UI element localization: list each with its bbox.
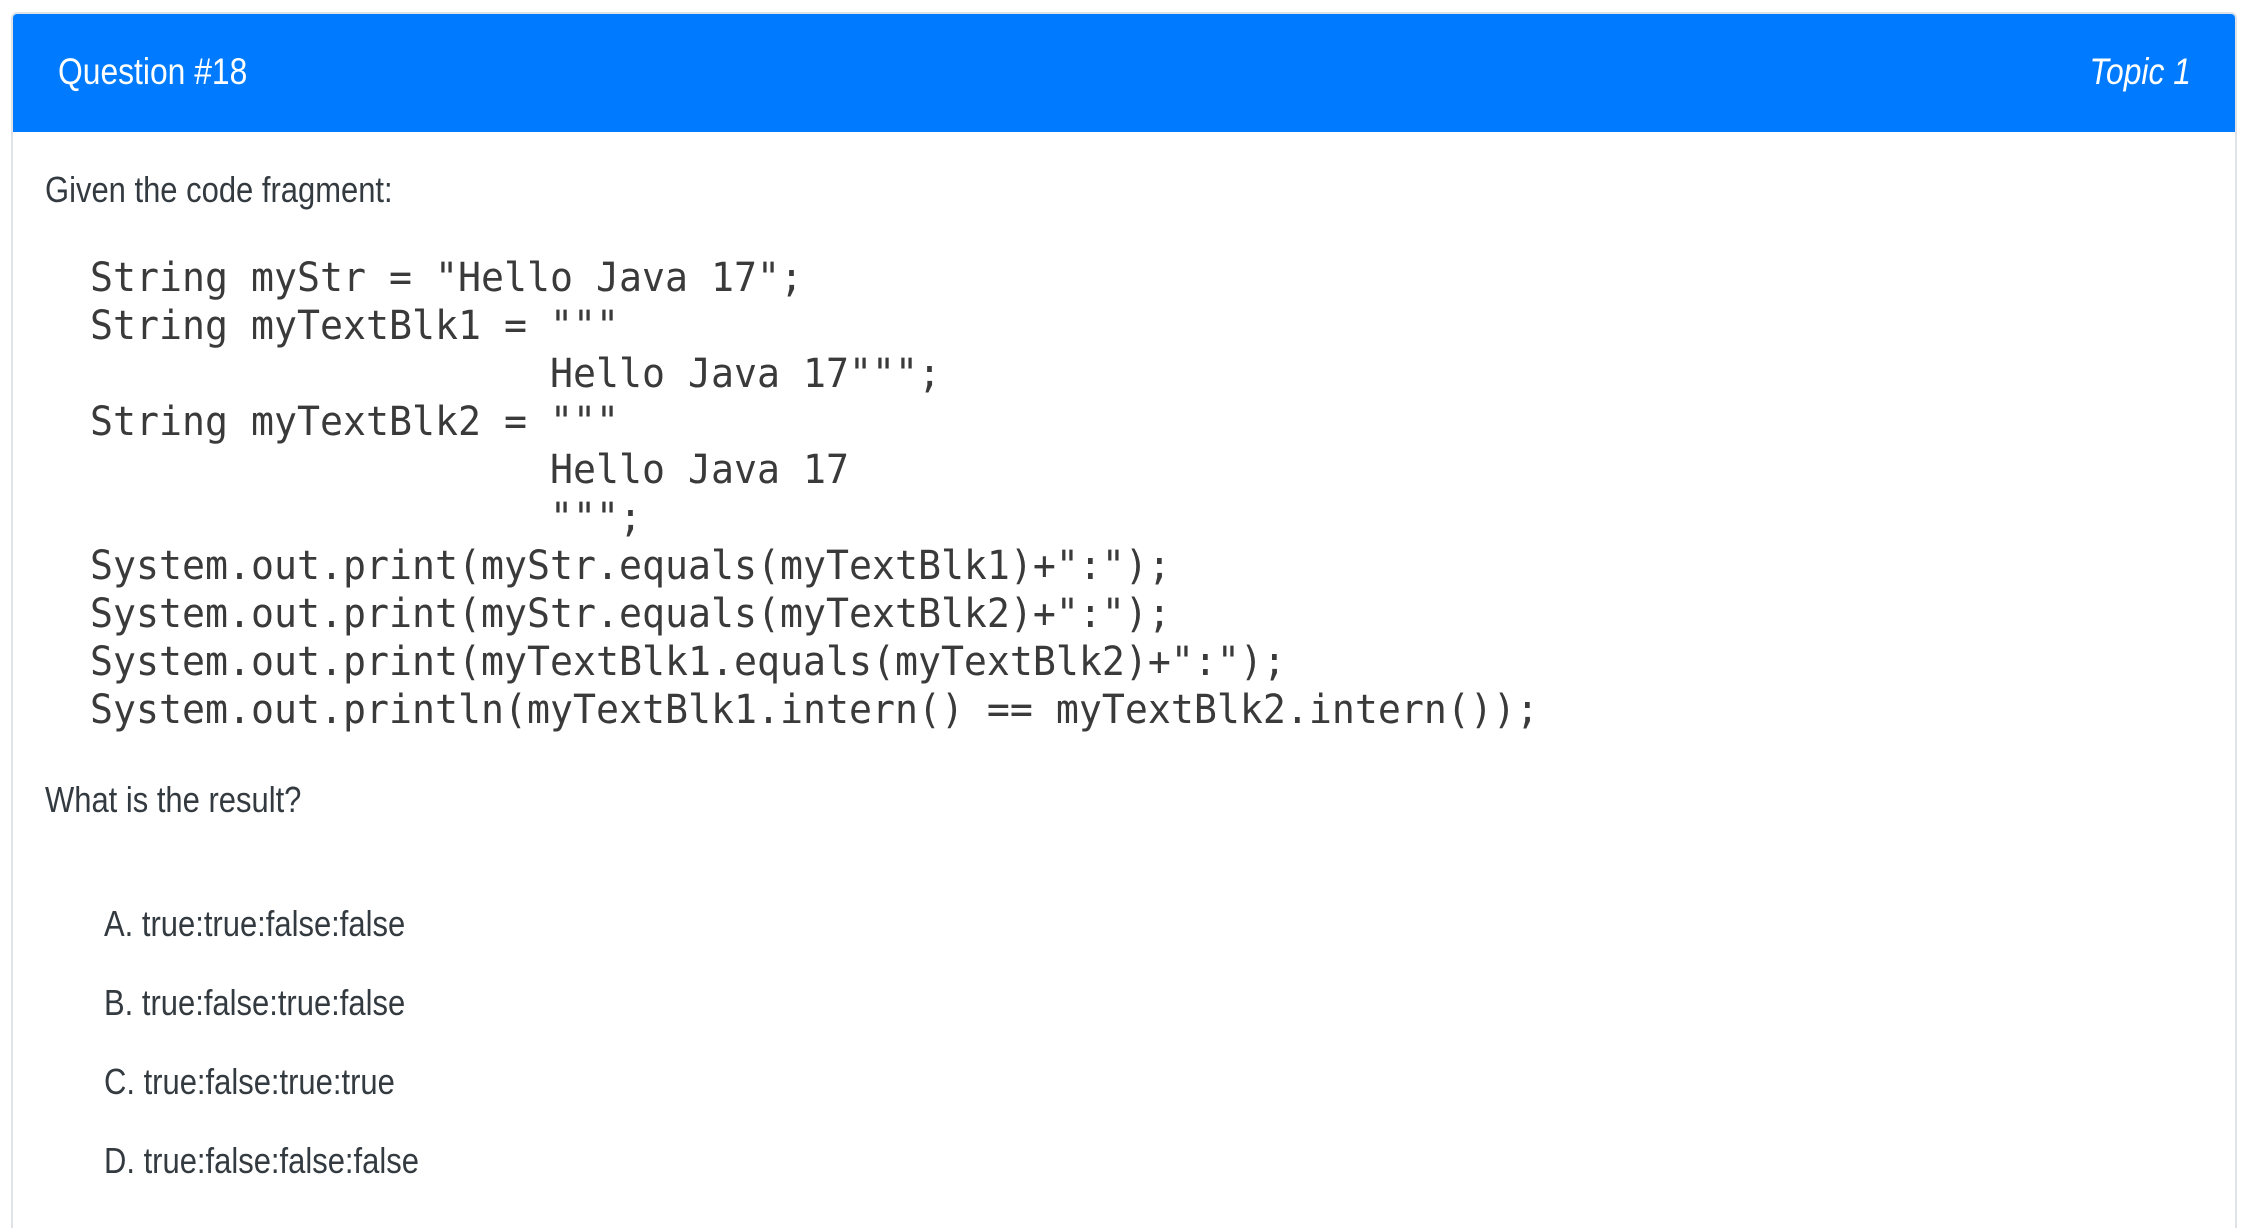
choice-text: true:false:false:false xyxy=(143,1140,419,1181)
choice-letter: B. xyxy=(104,982,134,1023)
choice-letter: A. xyxy=(104,903,134,944)
choice-d[interactable]: D. true:false:false:false xyxy=(104,1139,1304,1218)
choice-text: true:false:true:false xyxy=(141,982,406,1023)
choice-letter: D. xyxy=(104,1140,135,1181)
topic-label: Topic 1 xyxy=(2089,51,2191,92)
question-number: Question #18 xyxy=(58,51,248,92)
question-prompt: What is the result? xyxy=(45,779,302,820)
choice-text: true:true:false:false xyxy=(141,903,406,944)
choice-b[interactable]: B. true:false:true:false xyxy=(104,981,1304,1060)
choice-text: true:false:true:true xyxy=(143,1061,395,1102)
answer-choices: A. true:true:false:false B. true:false:t… xyxy=(104,902,1304,1218)
question-intro: Given the code fragment: xyxy=(45,169,393,210)
question-header: Question #18 Topic 1 xyxy=(13,14,2235,132)
choice-c[interactable]: C. true:false:true:true xyxy=(104,1060,1304,1139)
choice-a[interactable]: A. true:true:false:false xyxy=(104,902,1304,981)
choice-letter: C. xyxy=(104,1061,135,1102)
code-fragment: String myStr = "Hello Java 17"; String m… xyxy=(90,255,1539,733)
